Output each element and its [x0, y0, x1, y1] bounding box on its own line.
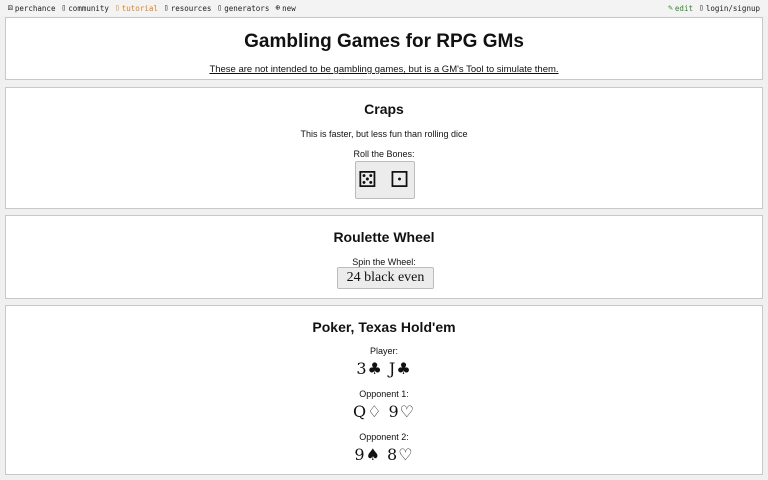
nav-tutorial[interactable]: ▯ tutorial [115, 4, 158, 13]
new-icon: ⊕ [275, 3, 281, 12]
nav-new[interactable]: ⊕ new [275, 4, 295, 13]
spin-wheel-button[interactable]: 24 black even [337, 267, 434, 289]
nav-right: ✎ edit ▯ login/signup [668, 4, 760, 13]
craps-title: Craps [364, 101, 404, 117]
nav-resources[interactable]: ▯ resources [164, 4, 211, 13]
header-card: Gambling Games for RPG GMs These are not… [5, 17, 763, 80]
nav-perchance-label: perchance [14, 3, 56, 13]
top-nav: ⚄ perchance ▯ community ▯ tutorial ▯ res… [0, 0, 768, 16]
player-cards: 3♣ J♣ [356, 359, 412, 378]
generators-icon: ▯ [217, 3, 223, 12]
nav-login[interactable]: ▯ login/signup [699, 4, 760, 13]
page-subtitle: These are not intended to be gambling ga… [209, 64, 559, 75]
player-label: Player: [369, 346, 398, 356]
opponent2-cards: 9♠ 8♡ [354, 445, 414, 464]
roll-dice-button[interactable]: ⚄ ⚀ [355, 161, 415, 199]
nav-community-label: community [68, 3, 109, 13]
nav-generators-label: generators [224, 3, 270, 13]
craps-prompt: Roll the Bones: [353, 149, 415, 159]
nav-resources-label: resources [170, 3, 212, 13]
poker-title: Poker, Texas Hold'em [312, 319, 456, 335]
nav-edit-label: edit [674, 3, 693, 13]
nav-generators[interactable]: ▯ generators [217, 4, 269, 13]
nav-edit[interactable]: ✎ edit [668, 4, 693, 13]
poker-card: Poker, Texas Hold'em Player: 3♣ J♣ Oppon… [5, 305, 763, 475]
nav-login-label: login/signup [705, 3, 760, 13]
opponent1-label: Opponent 1: [359, 389, 409, 399]
roulette-card: Roulette Wheel Spin the Wheel: 24 black … [5, 215, 763, 299]
nav-tutorial-label: tutorial [121, 3, 158, 13]
page-title: Gambling Games for RPG GMs [244, 31, 524, 52]
nav-new-label: new [282, 3, 296, 13]
login-icon: ▯ [698, 3, 704, 12]
craps-description: This is faster, but less fun than rollin… [300, 129, 468, 139]
community-icon: ▯ [61, 3, 67, 12]
roulette-prompt: Spin the Wheel: [352, 257, 416, 267]
nav-left: ⚄ perchance ▯ community ▯ tutorial ▯ res… [8, 4, 296, 13]
craps-card: Craps This is faster, but less fun than … [5, 87, 763, 209]
edit-icon: ✎ [668, 3, 673, 12]
tutorial-icon: ▯ [114, 3, 120, 12]
nav-perchance[interactable]: ⚄ perchance [8, 4, 55, 13]
opponent2-label: Opponent 2: [359, 432, 409, 442]
resources-icon: ▯ [163, 3, 169, 12]
roulette-title: Roulette Wheel [333, 229, 435, 245]
nav-community[interactable]: ▯ community [61, 4, 108, 13]
opponent1-cards: Q♢ 9♡ [352, 402, 416, 421]
dice-icon: ⚄ [8, 3, 13, 12]
